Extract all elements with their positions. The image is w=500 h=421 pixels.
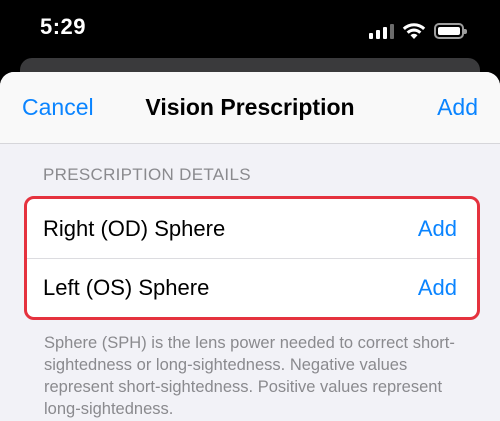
status-icons	[369, 22, 467, 40]
section-footer: Sphere (SPH) is the lens power needed to…	[44, 334, 455, 418]
navigation-bar: Cancel Vision Prescription Add	[0, 72, 500, 144]
signal-icon	[369, 23, 394, 39]
right-sphere-add-button[interactable]: Add	[418, 216, 457, 242]
wifi-icon	[402, 23, 426, 39]
prescription-sheet: Cancel Vision Prescription Add PRESCRIPT…	[0, 72, 500, 421]
right-sphere-row[interactable]: Right (OD) Sphere Add	[27, 199, 477, 258]
left-sphere-label: Left (OS) Sphere	[43, 275, 210, 300]
right-sphere-label: Right (OD) Sphere	[43, 215, 226, 241]
page-title: Vision Prescription	[145, 94, 355, 120]
status-bar: 5:29	[0, 0, 500, 62]
left-sphere-add-button[interactable]: Add	[418, 275, 457, 301]
status-time: 5:29	[40, 14, 87, 39]
add-button[interactable]: Add	[437, 94, 478, 121]
battery-icon	[434, 23, 467, 39]
left-sphere-row[interactable]: Left (OS) Sphere Add	[27, 258, 477, 317]
prescription-details-group: Right (OD) Sphere Add Left (OS) Sphere A…	[24, 196, 480, 320]
section-header: PRESCRIPTION DETAILS	[43, 165, 251, 184]
